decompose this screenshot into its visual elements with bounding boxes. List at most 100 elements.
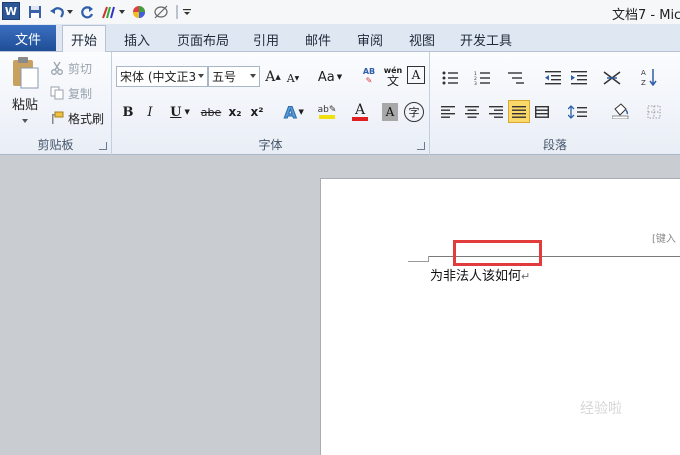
paragraph-mark: ↵ <box>521 270 531 283</box>
tab-references[interactable]: 引用 <box>253 28 279 50</box>
multilevel-list-button[interactable] <box>504 68 532 88</box>
ink-dropdown-icon[interactable] <box>118 3 126 21</box>
qat-separator <box>176 5 178 19</box>
numbering-icon: 123 <box>474 71 490 85</box>
clear-formatting-button[interactable]: AB ✎ <box>358 64 380 88</box>
increase-indent-button[interactable] <box>568 68 590 88</box>
color-wheel-icon[interactable] <box>130 3 148 21</box>
document-body-text[interactable]: 为非法人该如何↵ <box>430 265 530 284</box>
line-spacing-icon <box>568 105 587 119</box>
copy-label: 复制 <box>68 86 93 101</box>
quick-access-toolbar <box>22 2 192 22</box>
paste-dropdown-icon[interactable] <box>22 119 28 123</box>
font-size-combo[interactable]: 五号 <box>208 66 260 87</box>
highlight-button[interactable]: ab✎ <box>312 100 342 124</box>
align-center-button[interactable] <box>462 102 482 122</box>
highlight-annotation-box <box>453 240 542 266</box>
numbering-button[interactable]: 123 <box>470 68 498 88</box>
svg-text:A: A <box>641 69 646 77</box>
margin-marker-vertical <box>428 256 429 262</box>
grow-font-button[interactable]: A ▲ <box>264 67 282 87</box>
copy-icon <box>50 86 64 100</box>
font-color-button[interactable]: A <box>346 100 374 124</box>
body-text-content: 为非法人该如何 <box>430 269 522 284</box>
chinese-layout-button[interactable] <box>598 68 626 88</box>
paint-bucket-icon <box>612 103 629 119</box>
tab-home[interactable]: 开始 <box>62 25 107 53</box>
shrink-font-button[interactable]: A ▼ <box>284 69 302 87</box>
paragraph-group-label: 段落 <box>542 138 567 152</box>
bullets-button[interactable] <box>438 68 466 88</box>
tab-page-layout[interactable]: 页面布局 <box>177 28 229 50</box>
clipboard-launcher-icon[interactable] <box>99 142 107 150</box>
strikethrough-button[interactable]: abe <box>200 102 222 122</box>
character-shading-button[interactable]: A <box>382 103 398 121</box>
ribbon: 粘贴 剪切 复制 格式刷 剪贴板 宋体 (中文正3 五号 A ▲ A ▼ Aa ▼ A… <box>0 52 680 155</box>
distributed-button[interactable] <box>532 102 552 122</box>
format-painter-icon <box>52 111 64 124</box>
text-effects-icon: A <box>284 102 297 122</box>
cut-label: 剪切 <box>68 61 93 76</box>
subscript-button[interactable]: x₂ <box>226 102 244 122</box>
format-painter-button[interactable]: 格式刷 <box>50 108 110 128</box>
justify-button[interactable] <box>508 100 530 123</box>
align-center-icon <box>465 106 479 118</box>
margin-marker <box>408 261 428 262</box>
phonetic-guide-button[interactable]: wén 文 <box>382 64 404 88</box>
sort-icon: AZ <box>641 69 657 86</box>
justify-icon <box>512 105 526 118</box>
align-left-icon <box>441 106 455 118</box>
superscript-button[interactable]: x² <box>248 102 266 122</box>
tab-mailings[interactable]: 邮件 <box>305 28 331 50</box>
sort-button[interactable]: AZ <box>638 66 660 88</box>
header-placeholder[interactable]: [键入 <box>652 230 676 245</box>
align-left-button[interactable] <box>438 102 458 122</box>
clipboard-group: 粘贴 剪切 复制 格式刷 剪贴板 <box>0 52 112 155</box>
ink-icon[interactable] <box>100 3 118 21</box>
bullets-icon <box>442 71 458 85</box>
word-logo-icon[interactable]: W <box>2 2 20 20</box>
svg-text:Z: Z <box>641 79 646 86</box>
format-painter-label: 格式刷 <box>68 111 105 126</box>
scissors-icon <box>51 61 63 75</box>
customize-qat-icon[interactable] <box>182 3 192 21</box>
copy-button[interactable]: 复制 <box>50 83 110 103</box>
text-effects-button[interactable]: A ▼ <box>280 102 308 122</box>
clear-format-icon[interactable] <box>152 3 170 21</box>
bold-button[interactable]: B <box>120 102 136 122</box>
clipboard-group-label: 剪贴板 <box>37 138 74 152</box>
font-name-combo[interactable]: 宋体 (中文正3 <box>116 66 208 87</box>
paste-label: 粘贴 <box>11 98 38 113</box>
italic-button[interactable]: I <box>142 102 158 122</box>
highlight-icon: ab✎ <box>317 105 337 115</box>
decrease-indent-button[interactable] <box>542 68 564 88</box>
save-icon[interactable] <box>26 3 44 21</box>
change-case-button[interactable]: Aa ▼ <box>316 67 344 87</box>
align-right-icon <box>489 106 503 118</box>
align-right-button[interactable] <box>486 102 506 122</box>
tab-review[interactable]: 审阅 <box>357 28 383 50</box>
enclose-characters-button[interactable]: 字 <box>404 102 424 122</box>
redo-icon[interactable] <box>78 3 96 21</box>
tab-insert[interactable]: 插入 <box>124 28 150 50</box>
undo-dropdown-icon[interactable] <box>66 3 74 21</box>
font-color-icon: A <box>354 102 366 118</box>
line-spacing-button[interactable] <box>564 102 592 122</box>
tab-view[interactable]: 视图 <box>409 28 435 50</box>
character-border-button[interactable]: A <box>407 66 425 84</box>
tab-file[interactable]: 文件 <box>0 25 56 51</box>
shading-button[interactable] <box>606 100 636 122</box>
borders-button[interactable] <box>640 102 668 122</box>
cut-button[interactable]: 剪切 <box>50 58 110 78</box>
ribbon-tab-row: 文件 开始 插入 页面布局 引用 邮件 审阅 视图 开发工具 <box>0 24 680 53</box>
undo-icon[interactable] <box>48 3 66 21</box>
tab-developer[interactable]: 开发工具 <box>460 28 512 50</box>
document-page[interactable] <box>320 178 680 455</box>
borders-icon <box>647 105 661 119</box>
paste-button[interactable]: 粘贴 <box>6 56 44 128</box>
font-name-value: 宋体 (中文正3 <box>120 70 197 84</box>
underline-button[interactable]: U ▼ <box>166 102 194 122</box>
font-launcher-icon[interactable] <box>417 142 425 150</box>
font-size-value: 五号 <box>212 70 237 84</box>
distributed-icon <box>535 106 549 118</box>
